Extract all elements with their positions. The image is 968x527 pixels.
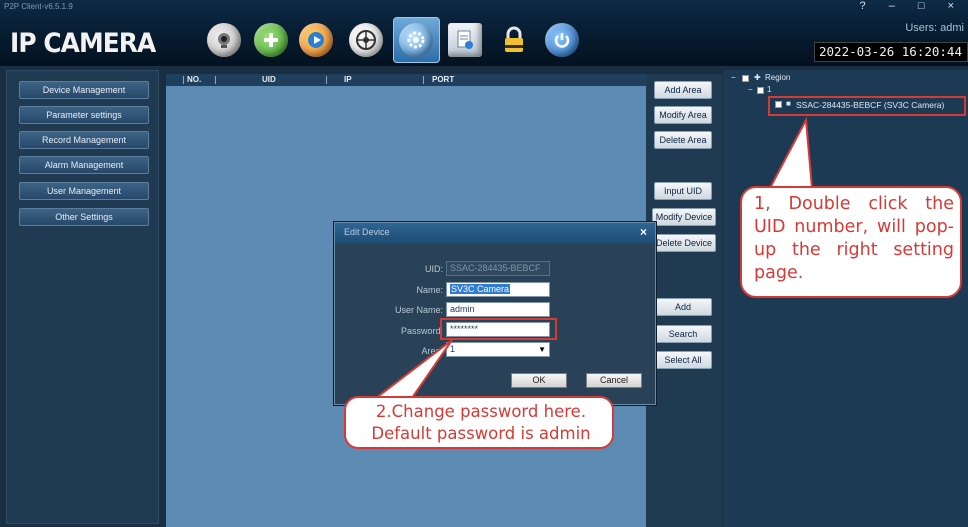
delete-area-button[interactable]: Delete Area (654, 131, 712, 149)
tree-region-icon: ✚ (754, 73, 761, 82)
column-separator (215, 76, 216, 84)
column-header-ip[interactable]: IP (344, 74, 352, 86)
playback-icon[interactable] (299, 23, 333, 57)
action-button-column: Add Area Modify Area Delete Area Input U… (646, 74, 722, 527)
window-title: P2P Client-v6.5.1.9 (4, 2, 73, 11)
username-label: User Name: (394, 305, 443, 315)
tree-checkbox-group[interactable] (757, 87, 764, 94)
area-select-value: 1 (450, 344, 456, 354)
left-nav: Device Management Parameter settings Rec… (6, 70, 159, 524)
select-all-button[interactable]: Select All (654, 351, 712, 369)
add-button[interactable]: Add (654, 298, 712, 316)
nav-user-management[interactable]: User Management (19, 182, 149, 200)
tree-expand-icon[interactable]: − (748, 85, 753, 94)
tree-expand-icon[interactable]: − (731, 73, 736, 82)
column-separator (423, 76, 424, 84)
lock-icon[interactable] (497, 23, 531, 57)
column-header-no[interactable]: NO. (187, 74, 201, 86)
ptz-icon[interactable] (349, 23, 383, 57)
settings-icon[interactable] (399, 23, 433, 57)
window-controls[interactable]: ? – □ × (860, 0, 964, 12)
input-uid-button[interactable]: Input UID (654, 182, 712, 200)
document-icon[interactable] (448, 23, 482, 57)
app-header: P2P Client-v6.5.1.9 IP CAMERA ? – □ × Us… (0, 0, 968, 66)
name-field[interactable]: SV3C Camera (446, 282, 550, 297)
column-separator (183, 76, 184, 84)
area-label: Area: (421, 346, 443, 356)
modify-area-button[interactable]: Modify Area (654, 106, 712, 124)
app-logo: IP CAMERA (10, 28, 156, 59)
uid-field: SSAC-284435-BEBCF (446, 261, 550, 276)
webcam-icon[interactable] (207, 23, 241, 57)
tree-checkbox-region[interactable] (742, 75, 749, 82)
cancel-button[interactable]: Cancel (586, 373, 642, 388)
instruction-callout-2: 2.Change password here. Default password… (344, 396, 614, 449)
password-highlight-box (440, 318, 557, 340)
nav-other-settings[interactable]: Other Settings (19, 208, 149, 226)
clock-display: 2022-03-26 16:20:44 (814, 42, 968, 62)
password-label: Password: (400, 326, 443, 336)
power-icon[interactable] (545, 23, 579, 57)
username-field[interactable]: admin (446, 302, 550, 317)
search-button[interactable]: Search (654, 325, 712, 343)
add-icon[interactable] (254, 23, 288, 57)
modify-device-button[interactable]: Modify Device (652, 208, 716, 226)
chevron-down-icon[interactable]: ▼ (538, 343, 546, 356)
nav-record-management[interactable]: Record Management (19, 131, 149, 149)
users-label: Users: admi (905, 22, 964, 34)
close-icon[interactable]: × (640, 225, 647, 239)
table-header: NO. UID IP PORT (166, 74, 646, 86)
dialog-titlebar[interactable]: Edit Device × (335, 223, 655, 243)
callout-2-text: 2.Change password here. Default password… (371, 402, 591, 443)
ok-button[interactable]: OK (511, 373, 567, 388)
delete-device-button[interactable]: Delete Device (652, 234, 716, 252)
add-area-button[interactable]: Add Area (654, 81, 712, 99)
uid-label: UID: (425, 264, 443, 274)
region-tree: − ✚ Region − 1 ■ SSAC-284435-BEBCF (SV3C… (723, 70, 968, 527)
name-field-value: SV3C Camera (450, 284, 511, 294)
area-select[interactable]: 1 ▼ (446, 342, 550, 357)
device-highlight-box (768, 96, 966, 116)
callout-1-text: 1, Double click the UID number, will pop… (754, 194, 954, 283)
edit-device-dialog: Edit Device × UID: SSAC-284435-BEBCF Nam… (334, 222, 656, 405)
instruction-callout-1: 1, Double click the UID number, will pop… (740, 186, 962, 298)
nav-device-management[interactable]: Device Management (19, 81, 149, 99)
tree-node-group[interactable]: 1 (767, 85, 771, 94)
column-header-uid[interactable]: UID (262, 74, 276, 86)
column-header-port[interactable]: PORT (432, 74, 454, 86)
dialog-title: Edit Device (344, 227, 390, 237)
column-separator (326, 76, 327, 84)
nav-alarm-management[interactable]: Alarm Management (19, 156, 149, 174)
name-label: Name: (416, 285, 443, 295)
tree-node-region[interactable]: Region (765, 73, 790, 82)
nav-parameter-settings[interactable]: Parameter settings (19, 106, 149, 124)
